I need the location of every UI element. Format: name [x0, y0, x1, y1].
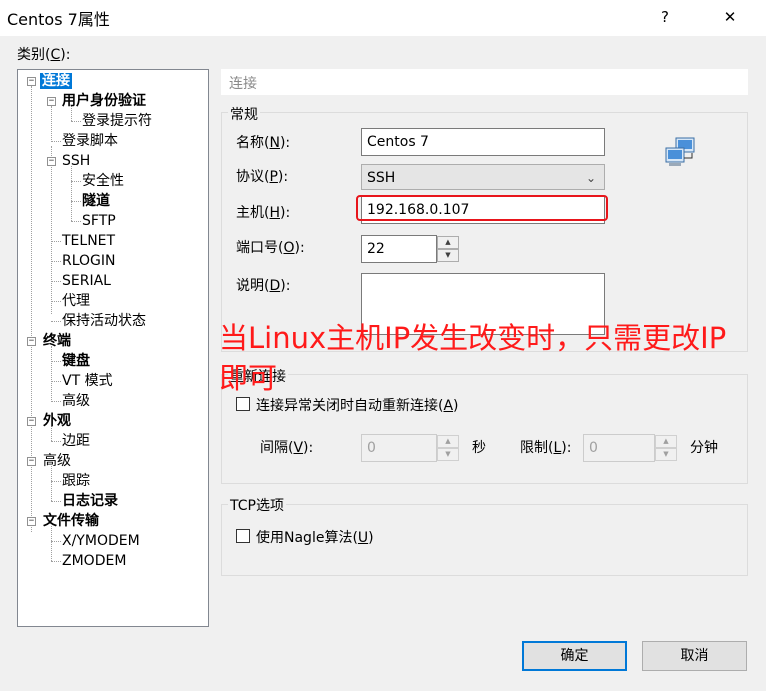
up-arrow-icon[interactable]: ▲	[437, 236, 459, 249]
title-bar: Centos 7属性 ? ✕	[0, 0, 766, 36]
tree-item-login-prompt[interactable]: 登录提示符	[82, 112, 152, 131]
auto-reconnect-label: 连接异常关闭时自动重新连接(A)	[256, 398, 459, 414]
collapse-icon[interactable]: −	[27, 457, 36, 466]
up-arrow-icon[interactable]: ▲	[655, 435, 677, 448]
tree-item-vt-mode[interactable]: VT 模式	[62, 372, 113, 391]
window-title: Centos 7属性	[7, 10, 110, 29]
nagle-checkbox[interactable]	[236, 529, 250, 543]
category-label: 类别(C):	[17, 47, 71, 63]
interval-label: 间隔(V):	[260, 440, 314, 456]
protocol-value: SSH	[367, 170, 396, 186]
cancel-button[interactable]: 取消	[642, 641, 747, 671]
annotation-text: 当Linux主机IP发生改变时，只需更改IP即可	[219, 321, 727, 395]
interval-stepper[interactable]: ▲ ▼	[437, 435, 459, 461]
name-label: 名称(N):	[236, 135, 291, 151]
tree-item-proxy[interactable]: 代理	[62, 292, 90, 311]
collapse-icon[interactable]: −	[27, 517, 36, 526]
port-field[interactable]: 22	[361, 235, 437, 263]
tree-item-logging[interactable]: 日志记录	[62, 492, 118, 511]
down-arrow-icon[interactable]: ▼	[437, 249, 459, 262]
protocol-label: 协议(P):	[236, 169, 289, 185]
collapse-icon[interactable]: −	[27, 337, 36, 346]
description-label: 说明(D):	[236, 278, 291, 294]
tree-item-connection[interactable]: 连接	[40, 72, 72, 91]
ok-button[interactable]: 确定	[522, 641, 627, 671]
interval-unit: 秒	[472, 440, 486, 456]
down-arrow-icon[interactable]: ▼	[655, 448, 677, 461]
tree-item-security[interactable]: 安全性	[82, 172, 124, 191]
tree-item-login-script[interactable]: 登录脚本	[62, 132, 118, 151]
tree-item-appearance[interactable]: 外观	[43, 412, 71, 431]
limit-unit: 分钟	[690, 440, 718, 456]
panel-header: 连接	[221, 69, 748, 95]
tree-item-margins[interactable]: 边距	[62, 432, 90, 451]
tree-item-tunnel[interactable]: 隧道	[82, 192, 110, 211]
tree-item-rlogin[interactable]: RLOGIN	[62, 252, 116, 271]
chevron-down-icon: ⌄	[585, 171, 596, 185]
limit-stepper[interactable]: ▲ ▼	[655, 435, 677, 461]
tree-item-zmodem[interactable]: ZMODEM	[62, 552, 126, 571]
network-computers-icon	[665, 137, 695, 166]
down-arrow-icon[interactable]: ▼	[437, 448, 459, 461]
limit-field[interactable]: 0	[583, 434, 655, 462]
general-group-label: 常规	[228, 104, 260, 124]
tree-item-file-transfer[interactable]: 文件传输	[43, 512, 99, 531]
tree-item-keyboard[interactable]: 键盘	[62, 352, 90, 371]
tree-item-trace[interactable]: 跟踪	[62, 472, 90, 491]
tcp-group-label: TCP选项	[228, 495, 286, 515]
port-label: 端口号(O):	[236, 240, 305, 256]
nagle-label: 使用Nagle算法(U)	[256, 530, 374, 546]
tree-item-advanced[interactable]: 高级	[43, 452, 71, 471]
collapse-icon[interactable]: −	[27, 417, 36, 426]
collapse-icon[interactable]: −	[47, 97, 56, 106]
tree-item-telnet[interactable]: TELNET	[62, 232, 115, 251]
tree-item-terminal[interactable]: 终端	[43, 332, 71, 351]
category-tree[interactable]: − − − − − − − 连接 用户身份验证 登录提示符 登录脚本 SSH 安…	[17, 69, 209, 627]
tree-item-xymodem[interactable]: X/YMODEM	[62, 532, 140, 551]
host-highlight-box	[356, 195, 608, 221]
tree-item-keepalive[interactable]: 保持活动状态	[62, 312, 146, 331]
limit-label: 限制(L):	[520, 440, 572, 456]
help-button[interactable]: ?	[650, 5, 680, 29]
up-arrow-icon[interactable]: ▲	[437, 435, 459, 448]
tree-item-serial[interactable]: SERIAL	[62, 272, 111, 291]
protocol-select[interactable]: SSH ⌄	[361, 164, 605, 190]
close-button[interactable]: ✕	[715, 5, 745, 29]
tree-item-terminal-advanced[interactable]: 高级	[62, 392, 90, 411]
collapse-icon[interactable]: −	[47, 157, 56, 166]
tree-item-auth[interactable]: 用户身份验证	[62, 92, 146, 111]
port-stepper[interactable]: ▲ ▼	[437, 236, 459, 262]
tree-item-sftp[interactable]: SFTP	[82, 212, 116, 231]
panel-title: 连接	[229, 76, 257, 92]
interval-field[interactable]: 0	[361, 434, 437, 462]
collapse-icon[interactable]: −	[27, 77, 36, 86]
host-label: 主机(H):	[236, 205, 291, 221]
auto-reconnect-checkbox[interactable]	[236, 397, 250, 411]
tree-item-ssh[interactable]: SSH	[62, 152, 90, 171]
name-field[interactable]: Centos 7	[361, 128, 605, 156]
